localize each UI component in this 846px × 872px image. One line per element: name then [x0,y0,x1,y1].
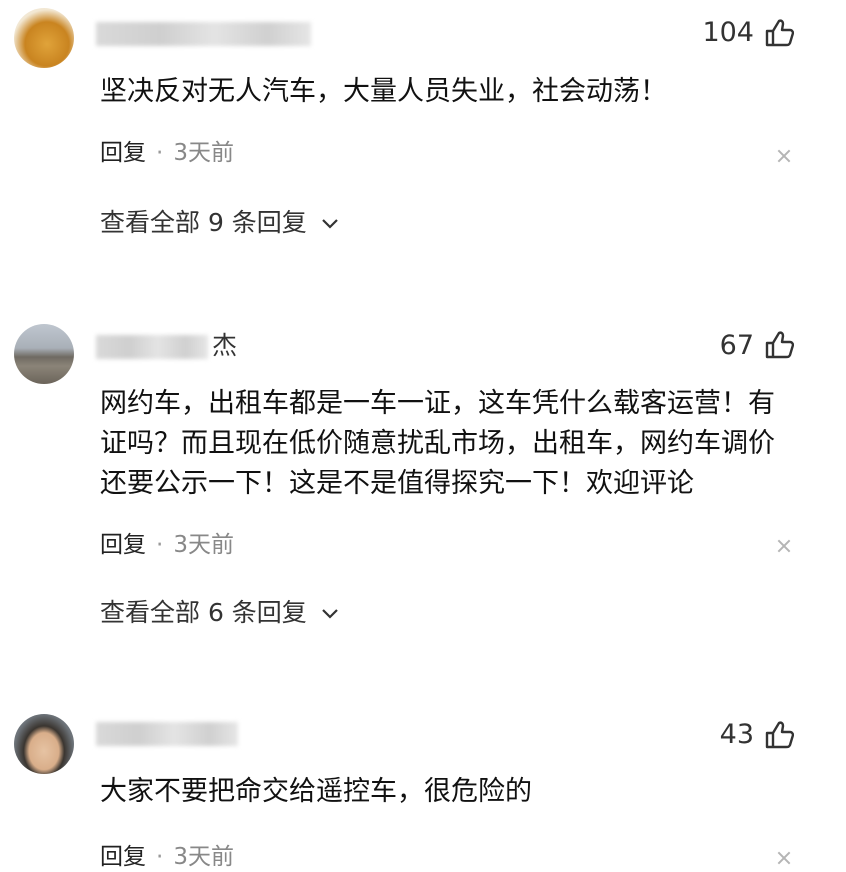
like-count: 43 [719,719,754,750]
view-replies-label: 查看全部 6 条回复 [100,598,307,627]
view-replies-label: 查看全部 9 条回复 [100,208,307,237]
comment-text: 网约车，出租车都是一车一证，这车凭什么载客运营！有 证吗？而且现在低价随意扰乱市… [100,384,820,504]
comment-text-line: 证吗？而且现在低价随意扰乱市场，出租车，网约车调价 [100,428,775,459]
comment-text-line: 还要公示一下！这是不是值得探究一下！欢迎评论 [100,468,694,499]
view-all-replies-button[interactable]: 查看全部 9 条回复 [100,208,339,238]
chevron-down-icon [321,219,338,229]
comment-text-line: 网约车，出租车都是一车一证，这车凭什么载客运营！有 [100,388,775,419]
comment-text: 大家不要把命交给遥控车，很危险的 [100,776,532,807]
username-blurred[interactable] [96,722,238,746]
reply-button[interactable]: 回复 [100,140,146,166]
comment-item: 104 坚决反对无人汽车，大量人员失业，社会动荡！ 回复 · 3天前 查看全部 9 … [0,0,846,290]
comment-text: 坚决反对无人汽车，大量人员失业，社会动荡！ [100,76,667,107]
avatar[interactable] [14,714,74,774]
username-blurred[interactable] [96,22,311,46]
avatar[interactable] [14,8,74,68]
thumbs-up-icon[interactable] [764,18,794,48]
reply-button[interactable]: 回复 [100,532,146,558]
close-icon[interactable] [776,538,792,554]
view-all-replies-button[interactable]: 查看全部 6 条回复 [100,598,339,628]
chevron-down-icon [321,609,338,619]
thumbs-up-icon[interactable] [764,330,794,360]
username-blurred[interactable] [96,335,208,359]
comment-meta: 回复 · 3天前 [100,530,234,560]
avatar[interactable] [14,324,74,384]
like-count: 67 [719,330,754,361]
comment-meta: 回复 · 3天前 [100,842,234,872]
close-icon[interactable] [776,850,792,866]
comment-meta: 回复 · 3天前 [100,138,234,168]
separator-dot: · [156,532,164,558]
separator-dot: · [156,140,164,166]
comment-time: 3天前 [173,140,234,166]
close-icon[interactable] [776,148,792,164]
comment-time: 3天前 [173,532,234,558]
like-count: 104 [702,17,754,48]
thumbs-up-icon[interactable] [764,720,794,750]
separator-dot: · [156,844,164,870]
reply-button[interactable]: 回复 [100,844,146,870]
username-visible-part[interactable]: 杰 [212,332,237,360]
comment-time: 3天前 [173,844,234,870]
